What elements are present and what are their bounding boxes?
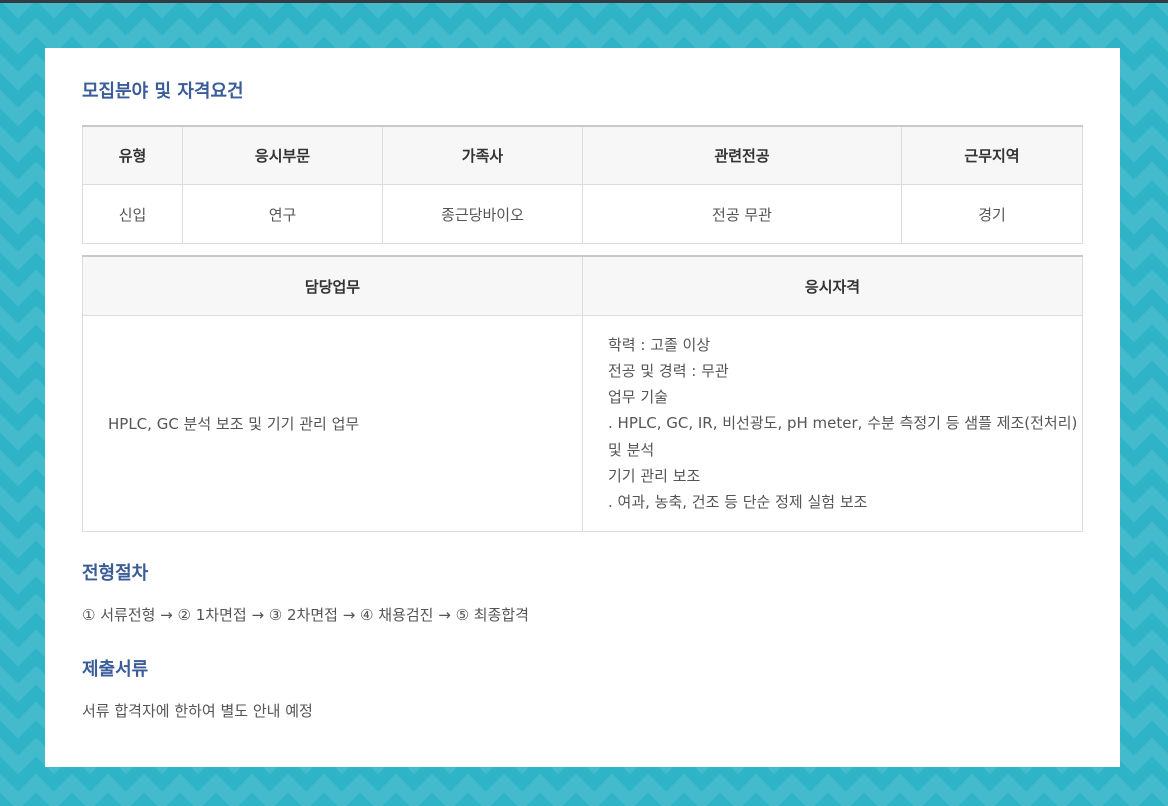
documents-section-title: 제출서류 — [82, 659, 149, 680]
documents-text: 서류 합격자에 한하여 별도 안내 예정 — [82, 702, 313, 720]
cell-location: 경기 — [901, 184, 1083, 244]
recruit-section-title: 모집분야 및 자격요건 — [82, 81, 244, 102]
header-qualification: 응시자격 — [582, 255, 1083, 316]
header-location: 근무지역 — [901, 125, 1083, 185]
cell-qualification: 학력 : 고졸 이상 전공 및 경력 : 무관 업무 기술 . HPLC, GC… — [582, 315, 1083, 532]
qualification-item: 업무 기술 — [608, 388, 668, 407]
process-steps-text: ① 서류전형 → ② 1차면접 → ③ 2차면접 → ④ 채용검진 → ⑤ 최종… — [82, 606, 529, 624]
duty-qualification-table: 담당업무 응시자격 HPLC, GC 분석 보조 및 기기 관리 업무 학력 :… — [82, 255, 1083, 532]
cell-type: 신입 — [82, 184, 183, 244]
qualification-item: 전공 및 경력 : 무관 — [608, 361, 729, 380]
table-header-row: 담당업무 응시자격 — [82, 255, 1083, 316]
cell-division: 연구 — [182, 184, 383, 244]
qualification-list: 학력 : 고졸 이상 전공 및 경력 : 무관 업무 기술 . HPLC, GC… — [583, 332, 1082, 515]
table-row: 신입 연구 종근당바이오 전공 무관 경기 — [82, 184, 1083, 244]
qualification-item: . 여과, 농축, 건조 등 단순 정제 실험 보조 — [608, 493, 868, 511]
duty-text: HPLC, GC 분석 보조 및 기기 관리 업무 — [108, 414, 360, 433]
table-header-row: 유형 응시부문 가족사 관련전공 근무지역 — [82, 125, 1083, 185]
header-duty: 담당업무 — [82, 255, 583, 316]
qualification-item: . HPLC, GC, IR, 비선광도, pH meter, 수분 측정기 등… — [608, 414, 1078, 459]
qualification-item: 기기 관리 보조 — [608, 466, 701, 485]
job-posting-card: 모집분야 및 자격요건 유형 응시부문 가족사 관련전공 근무지역 신입 연구 … — [45, 48, 1120, 767]
cell-affiliate: 종근당바이오 — [382, 184, 583, 244]
table-row: HPLC, GC 분석 보조 및 기기 관리 업무 학력 : 고졸 이상 전공 … — [82, 315, 1083, 532]
top-bar — [0, 0, 1168, 3]
recruit-summary-table: 유형 응시부문 가족사 관련전공 근무지역 신입 연구 종근당바이오 전공 무관… — [82, 125, 1083, 244]
qualification-item: 학력 : 고졸 이상 — [608, 335, 711, 354]
header-type: 유형 — [82, 125, 183, 185]
cell-duty: HPLC, GC 분석 보조 및 기기 관리 업무 — [82, 315, 583, 532]
process-section-title: 전형절차 — [82, 563, 149, 584]
cell-major: 전공 무관 — [582, 184, 902, 244]
header-major: 관련전공 — [582, 125, 902, 185]
header-affiliate: 가족사 — [382, 125, 583, 185]
header-division: 응시부문 — [182, 125, 383, 185]
